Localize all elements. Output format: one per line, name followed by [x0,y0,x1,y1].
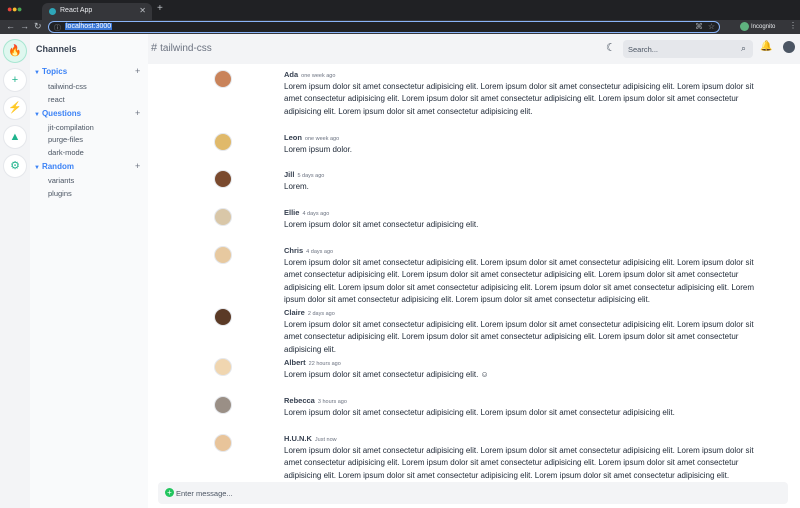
url-text[interactable]: localhost:3000 [65,23,113,30]
address-bar[interactable]: ⓘ localhost:3000 ⌘ ☆ [48,21,720,33]
message-time: 4 days ago [306,249,334,255]
search-icon[interactable]: ⌕ [741,43,746,54]
tab-title: React App [60,7,93,14]
message-author: Jill 5 days ago [284,170,325,179]
browser-menu-icon[interactable]: ⋮ [789,21,797,30]
sidebar-item-tailwind-css[interactable]: tailwind-css [48,82,87,91]
reload-icon[interactable]: ↻ [34,21,42,32]
new-tab-button[interactable]: + [157,3,163,14]
chevron-down-icon: ▼ [34,165,40,171]
message-author: H.U.N.K Just now [284,434,337,443]
avatar [214,434,232,452]
message-time: Just now [314,437,337,443]
message-list: Ada one week ago Lorem ipsum dolor sit am… [148,64,800,480]
message-author: Albert 22 hours ago [284,358,341,367]
message-text: Lorem ipsum dolor sit amet consectetur a… [284,408,675,417]
message-author: Chris 4 days ago [284,246,334,255]
chevron-down-icon: ▼ [34,112,40,118]
message-author: Leon one week ago [284,133,340,142]
react-favicon-icon [49,8,56,15]
plus-icon[interactable]: + [4,69,26,91]
message-time: one week ago [301,73,336,79]
hash-icon: # [151,42,158,54]
message-text: Lorem ipsum dolor. [284,145,353,154]
message-author: Ada one week ago [284,70,336,79]
message-text: Lorem ipsum dolor sit amet consectetur a… [284,258,754,305]
message-time: 5 days ago [297,173,325,179]
message-text: Lorem ipsum dolor sit amet consectetur a… [284,446,754,480]
forward-icon[interactable]: → [20,21,29,31]
moon-icon[interactable]: ☾ [606,41,616,54]
avatar [214,308,232,326]
flame-icon[interactable]: 🔥 [4,40,26,62]
bookmark-star-icon[interactable]: ☆ [708,22,715,31]
add-attachment-icon[interactable]: + [165,488,174,497]
avatar [214,396,232,414]
gear-icon[interactable]: ⚙ [4,155,26,177]
bell-icon[interactable]: 🔔 [760,41,772,52]
sidebar-item-plugins[interactable]: plugins [48,189,72,198]
info-icon[interactable]: ⓘ [54,23,61,33]
incognito-icon [740,22,749,31]
message-author: Rebecca 3 hours ago [284,396,347,405]
group-questions[interactable]: ▼ Questions [34,109,81,118]
server-rail: 🔥 + ⚡ ▲ ⚙ [0,34,30,508]
avatar [214,70,232,88]
browser-tab[interactable]: React App ✕ [42,3,152,20]
close-tab-icon[interactable]: ✕ [139,6,146,15]
sidebar-item-purge-files[interactable]: purge-files [48,135,83,144]
message-input[interactable] [176,486,776,500]
channel-sidebar: Channels ▼ Topics + tailwind-css react ▼ Q… [30,34,148,508]
extension-icon[interactable]: ⌘ [695,22,703,31]
add-channel-topics-button[interactable]: + [135,66,140,76]
message-time: 22 hours ago [308,361,341,367]
add-channel-questions-button[interactable]: + [135,108,140,118]
search-input[interactable] [623,40,753,58]
browser-tab-strip: ●●● React App ✕ + [0,0,800,20]
incognito-label: Incognito [751,24,776,31]
avatar [214,170,232,188]
message-text: Lorem ipsum dolor sit amet consectetur a… [284,320,754,354]
chevron-down-icon: ▼ [34,70,40,76]
avatar [214,246,232,264]
avatar [214,208,232,226]
message-text: Lorem ipsum dolor sit amet consectetur a… [284,220,479,229]
message-author: Ellie 4 days ago [284,208,330,217]
chat-main: #tailwind-css ☾ ⌕ 🔔 Adaone week ago Lore… [148,34,800,508]
add-channel-random-button[interactable]: + [135,161,140,171]
poop-icon[interactable]: ▲ [4,126,26,148]
sidebar-item-variants[interactable]: variants [48,176,74,185]
message-time: one week ago [304,136,340,142]
group-random[interactable]: ▼ Random [34,162,74,171]
sidebar-item-jit-compilation[interactable]: jit-compilation [48,123,94,132]
message-text: Lorem ipsum dolor sit amet consectetur a… [284,82,754,116]
message-author: Claire 2 days ago [284,308,335,317]
channel-title: # tailwind-css [151,42,212,54]
message-text: Lorem. [284,182,309,191]
message-composer: + [158,482,788,504]
bolt-icon[interactable]: ⚡ [4,97,26,119]
group-topics[interactable]: ▼ Topics [34,67,67,76]
sidebar-item-dark-mode[interactable]: dark-mode [48,148,84,157]
avatar [214,133,232,151]
back-icon[interactable]: ← [6,21,15,31]
message-text: Lorem ipsum dolor sit amet consectetur a… [284,370,489,379]
avatar [214,358,232,376]
browser-toolbar: ← → ↻ ⓘ localhost:3000 ⌘ ☆ Incognito ⋮ [0,20,800,34]
app-root: 🔥 + ⚡ ▲ ⚙ Channels ▼ Topics + tailwind-cs… [0,34,800,508]
chrome-logo: ●●● [7,4,22,14]
sidebar-item-react[interactable]: react [48,95,65,104]
message-time: 4 days ago [302,211,330,217]
user-avatar-icon[interactable] [783,41,795,53]
incognito-indicator[interactable]: Incognito [740,22,775,32]
chat-header: #tailwind-css ☾ ⌕ 🔔 [148,34,800,64]
sidebar-title: Channels [36,44,77,54]
message-time: 2 days ago [307,311,335,317]
message-time: 3 hours ago [317,399,347,405]
